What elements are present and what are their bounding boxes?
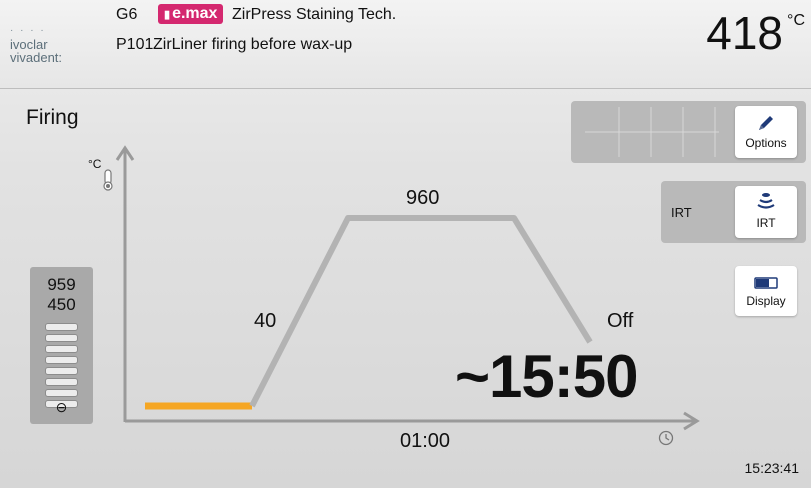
hold-temperature[interactable]: 960 (406, 187, 439, 210)
thermometer-icon (103, 169, 113, 191)
axis-unit-label: °C (88, 157, 102, 171)
hold-time[interactable]: 01:00 (400, 430, 450, 453)
heat-rate[interactable]: 40 (254, 310, 276, 333)
remaining-time: ~15:50 (455, 343, 638, 410)
cooling-setting[interactable]: Off (607, 310, 633, 333)
system-clock: 15:23:41 (744, 460, 800, 476)
firing-curve-chart[interactable] (0, 0, 811, 488)
clock-icon (658, 430, 674, 446)
